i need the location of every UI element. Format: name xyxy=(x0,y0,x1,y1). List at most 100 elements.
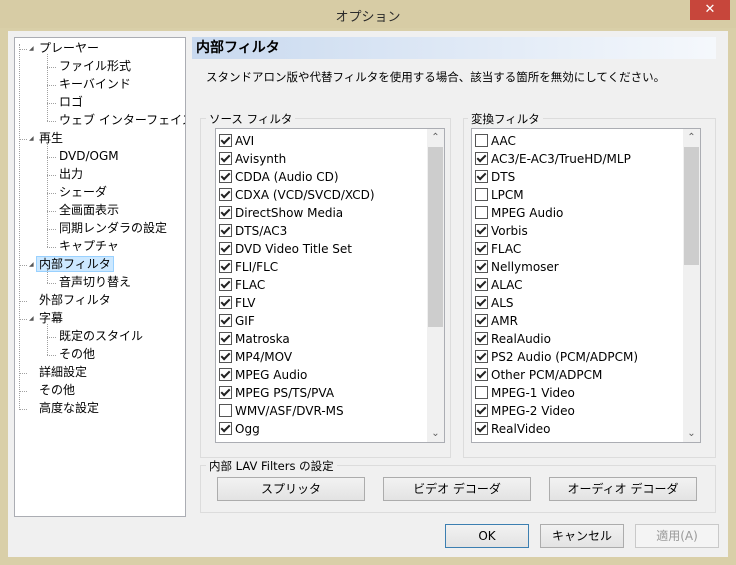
tree-item[interactable]: その他 xyxy=(39,382,75,399)
filter-item[interactable]: FLI/FLC xyxy=(219,258,278,276)
checked-checkbox[interactable] xyxy=(219,332,232,345)
checked-checkbox[interactable] xyxy=(219,368,232,381)
checked-checkbox[interactable] xyxy=(219,260,232,273)
transform-scrollbar[interactable]: ⌃ ⌄ xyxy=(683,129,700,442)
tree-item[interactable]: その他 xyxy=(59,346,95,363)
checked-checkbox[interactable] xyxy=(475,368,488,381)
checked-checkbox[interactable] xyxy=(475,224,488,237)
tree-item[interactable]: DVD/OGM xyxy=(59,148,119,165)
splitter-button[interactable]: スプリッタ xyxy=(217,477,365,501)
unchecked-checkbox[interactable] xyxy=(475,206,488,219)
filter-item[interactable]: FLAC xyxy=(475,240,521,258)
scroll-up-icon[interactable]: ⌃ xyxy=(683,129,700,146)
filter-item[interactable]: MPEG PS/TS/PVA xyxy=(219,384,334,402)
filter-item[interactable]: Avisynth xyxy=(219,150,286,168)
checked-checkbox[interactable] xyxy=(475,350,488,363)
tree-item[interactable]: 全画面表示 xyxy=(59,202,119,219)
checked-checkbox[interactable] xyxy=(475,332,488,345)
filter-item[interactable]: MPEG Audio xyxy=(219,366,307,384)
checked-checkbox[interactable] xyxy=(475,314,488,327)
filter-item[interactable]: DTS/AC3 xyxy=(219,222,287,240)
collapse-arrow-icon[interactable]: ◢ xyxy=(29,310,37,327)
filter-item[interactable]: MP4/MOV xyxy=(219,348,292,366)
checked-checkbox[interactable] xyxy=(219,224,232,237)
close-button[interactable]: ✕ xyxy=(690,0,730,20)
checked-checkbox[interactable] xyxy=(219,350,232,363)
source-filter-list[interactable]: Ogg WMV/ASF/DVR-MS MPEG PS/TS/PVA MPEG Audi… xyxy=(215,128,445,443)
checked-checkbox[interactable] xyxy=(219,152,232,165)
checked-checkbox[interactable] xyxy=(219,170,232,183)
checked-checkbox[interactable] xyxy=(219,134,232,147)
checked-checkbox[interactable] xyxy=(219,296,232,309)
ok-button[interactable]: OK xyxy=(445,524,529,548)
tree-item[interactable]: 出力 xyxy=(59,166,83,183)
tree-item[interactable]: 字幕 xyxy=(39,310,63,327)
filter-item[interactable]: ALAC xyxy=(475,276,523,294)
source-scrollbar[interactable]: ⌃ ⌄ xyxy=(427,129,444,442)
filter-item[interactable]: CDXA (VCD/SVCD/XCD) xyxy=(219,186,375,204)
checked-checkbox[interactable] xyxy=(219,386,232,399)
transform-filter-list[interactable]: RealVideo MPEG-2 Video MPEG-1 Video Other P… xyxy=(471,128,701,443)
filter-item[interactable]: GIF xyxy=(219,312,255,330)
checked-checkbox[interactable] xyxy=(475,152,488,165)
filter-item[interactable]: AVI xyxy=(219,132,254,150)
audio-decoder-button[interactable]: オーディオ デコーダ xyxy=(549,477,697,501)
tree-item[interactable]: プレーヤー xyxy=(39,40,99,57)
tree-item[interactable]: 詳細設定 xyxy=(39,364,87,381)
filter-item[interactable]: FLAC xyxy=(219,276,265,294)
scroll-down-icon[interactable]: ⌄ xyxy=(427,425,444,442)
filter-item[interactable]: DirectShow Media xyxy=(219,204,343,222)
filter-item[interactable]: WMV/ASF/DVR-MS xyxy=(219,402,344,420)
filter-item[interactable]: MPEG-2 Video xyxy=(475,402,575,420)
tree-item[interactable]: 高度な設定 xyxy=(39,400,99,417)
filter-item[interactable]: ALS xyxy=(475,294,514,312)
filter-item[interactable]: PS2 Audio (PCM/ADPCM) xyxy=(475,348,638,366)
scroll-thumb[interactable] xyxy=(428,147,443,327)
checked-checkbox[interactable] xyxy=(219,188,232,201)
filter-item[interactable]: Ogg xyxy=(219,420,260,438)
tree-item[interactable]: 音声切り替え xyxy=(59,274,131,291)
unchecked-checkbox[interactable] xyxy=(475,134,488,147)
video-decoder-button[interactable]: ビデオ デコーダ xyxy=(383,477,531,501)
checked-checkbox[interactable] xyxy=(475,170,488,183)
tree-item[interactable]: ロゴ xyxy=(59,94,83,111)
filter-item[interactable]: LPCM xyxy=(475,186,524,204)
options-tree[interactable]: ◢ プレーヤー ファイル形式 キーバインド ロゴ ウェブ インターフェイス ◢ 再生 DVD/O… xyxy=(14,37,186,517)
checked-checkbox[interactable] xyxy=(475,404,488,417)
apply-button[interactable]: 適用(A) xyxy=(635,524,719,548)
filter-item[interactable]: MPEG-1 Video xyxy=(475,384,575,402)
filter-item[interactable]: DVD Video Title Set xyxy=(219,240,352,258)
checked-checkbox[interactable] xyxy=(219,206,232,219)
collapse-arrow-icon[interactable]: ◢ xyxy=(29,40,37,57)
scroll-up-icon[interactable]: ⌃ xyxy=(427,129,444,146)
unchecked-checkbox[interactable] xyxy=(475,188,488,201)
filter-item[interactable]: Other PCM/ADPCM xyxy=(475,366,602,384)
checked-checkbox[interactable] xyxy=(475,278,488,291)
checked-checkbox[interactable] xyxy=(219,314,232,327)
tree-item[interactable]: 外部フィルタ xyxy=(39,292,111,309)
tree-item[interactable]: 再生 xyxy=(39,130,63,147)
filter-item[interactable]: Nellymoser xyxy=(475,258,559,276)
filter-item[interactable]: Matroska xyxy=(219,330,290,348)
tree-item[interactable]: シェーダ xyxy=(59,184,107,201)
cancel-button[interactable]: キャンセル xyxy=(540,524,624,548)
filter-item[interactable]: AC3/E-AC3/TrueHD/MLP xyxy=(475,150,631,168)
tree-item[interactable]: ウェブ インターフェイス xyxy=(59,112,185,129)
tree-item[interactable]: 同期レンダラの設定 xyxy=(59,220,167,237)
tree-item[interactable]: 既定のスタイル xyxy=(59,328,143,345)
scroll-down-icon[interactable]: ⌄ xyxy=(683,425,700,442)
filter-item[interactable]: AMR xyxy=(475,312,518,330)
checked-checkbox[interactable] xyxy=(475,422,488,435)
checked-checkbox[interactable] xyxy=(219,422,232,435)
filter-item[interactable]: AAC xyxy=(475,132,516,150)
filter-item[interactable]: RealAudio xyxy=(475,330,551,348)
checked-checkbox[interactable] xyxy=(475,296,488,309)
tree-item[interactable]: 内部フィルタ xyxy=(36,256,114,273)
filter-item[interactable]: MPEG Audio xyxy=(475,204,563,222)
tree-item[interactable]: キーバインド xyxy=(59,76,131,93)
unchecked-checkbox[interactable] xyxy=(475,386,488,399)
filter-item[interactable]: FLV xyxy=(219,294,255,312)
filter-item[interactable]: RealVideo xyxy=(475,420,551,438)
filter-item[interactable]: Vorbis xyxy=(475,222,528,240)
checked-checkbox[interactable] xyxy=(219,242,232,255)
